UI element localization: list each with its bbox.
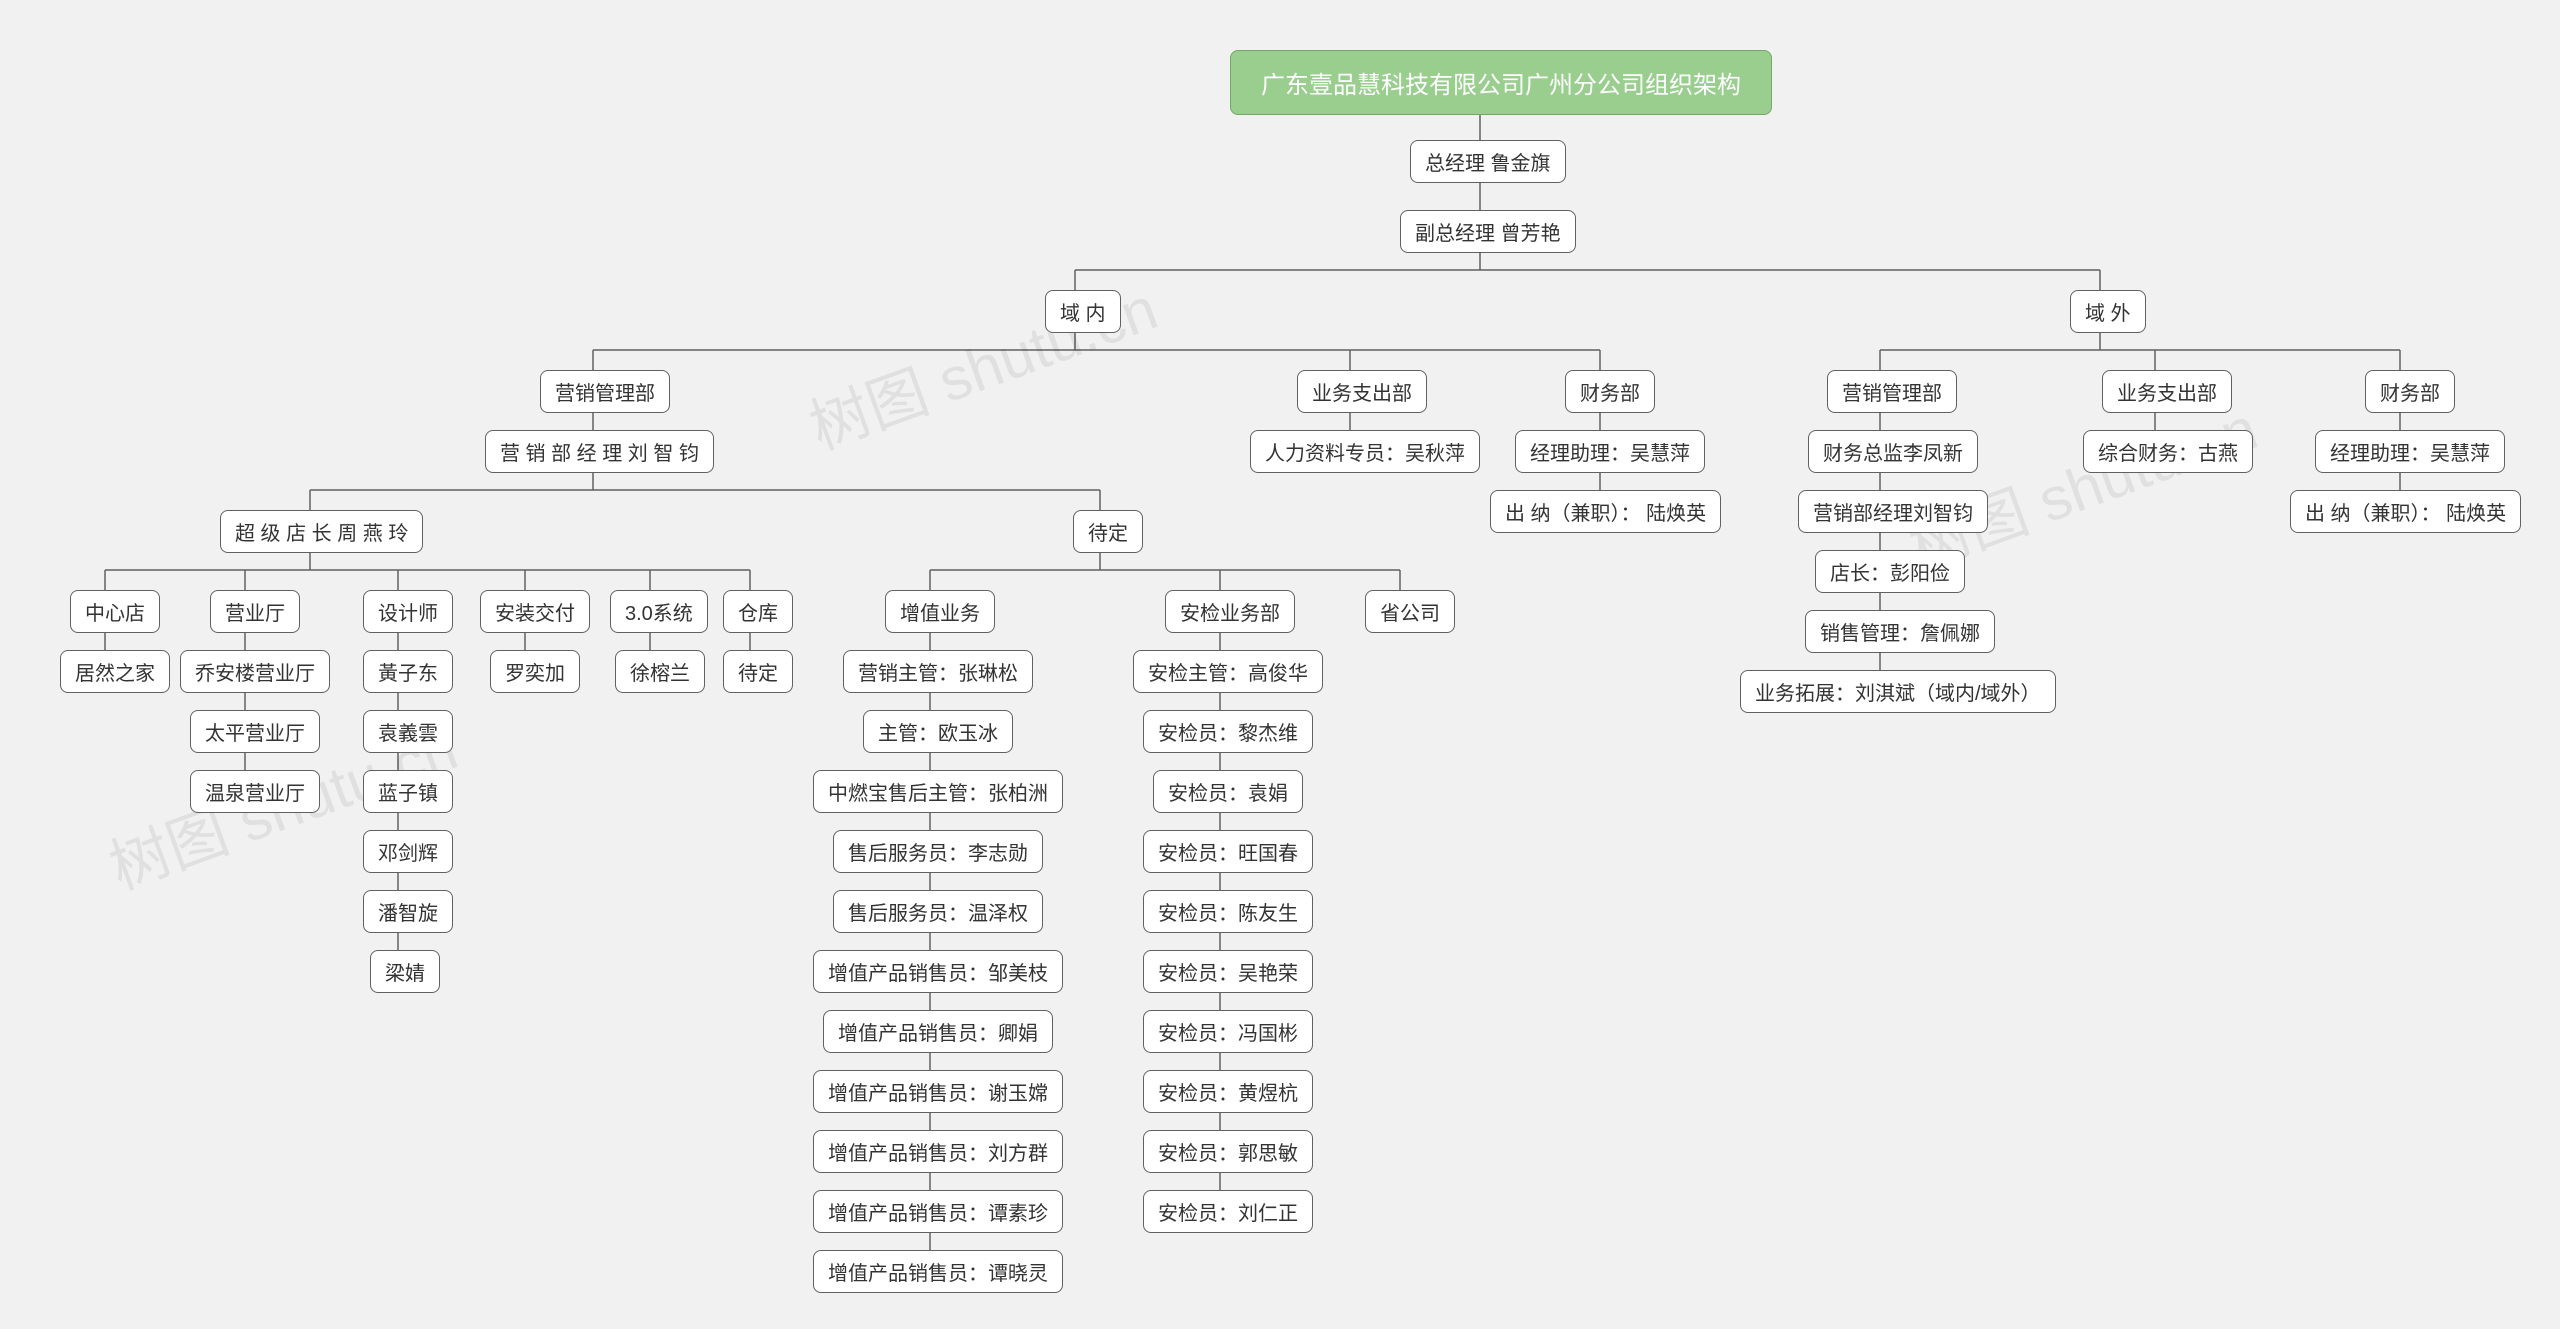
sys30-1-node[interactable]: 徐榕兰 <box>615 650 705 693</box>
prov-node[interactable]: 省公司 <box>1365 590 1455 633</box>
hall-1-node[interactable]: 乔安楼营业厅 <box>180 650 330 693</box>
yn-biz-hr-node[interactable]: 人力资料专员：吴秋萍 <box>1250 430 1480 473</box>
warehouse-node[interactable]: 仓库 <box>723 590 793 633</box>
gm-node[interactable]: 总经理 鲁金旗 <box>1410 140 1566 183</box>
yw-biz-fin-node[interactable]: 综合财务：古燕 <box>2083 430 2253 473</box>
hall-3-node[interactable]: 温泉营业厅 <box>190 770 320 813</box>
vas-8-node[interactable]: 增值产品销售员：谢玉嫦 <box>813 1070 1063 1113</box>
insp-10-node[interactable]: 安检员：刘仁正 <box>1143 1190 1313 1233</box>
hall-node[interactable]: 营业厅 <box>210 590 300 633</box>
vas-9-node[interactable]: 增值产品销售员：刘方群 <box>813 1130 1063 1173</box>
install-node[interactable]: 安装交付 <box>480 590 590 633</box>
supershop-node[interactable]: 超 级 店 长 周 燕 玲 <box>220 510 423 553</box>
insp-9-node[interactable]: 安检员：郭思敏 <box>1143 1130 1313 1173</box>
vas-7-node[interactable]: 增值产品销售员：卿娟 <box>823 1010 1053 1053</box>
des-5-node[interactable]: 潘智旋 <box>363 890 453 933</box>
yw-mkt-cfo-node[interactable]: 财务总监李凤新 <box>1808 430 1978 473</box>
vas-2-node[interactable]: 主管：欧玉冰 <box>863 710 1013 753</box>
yn-fin-node[interactable]: 财务部 <box>1565 370 1655 413</box>
center-1-node[interactable]: 居然之家 <box>60 650 170 693</box>
des-4-node[interactable]: 邓剑辉 <box>363 830 453 873</box>
des-6-node[interactable]: 梁婧 <box>370 950 440 993</box>
insp-2-node[interactable]: 安检员：黎杰维 <box>1143 710 1313 753</box>
insp-3-node[interactable]: 安检员：袁娟 <box>1153 770 1303 813</box>
insp-8-node[interactable]: 安检员：黄煜杭 <box>1143 1070 1313 1113</box>
vas-4-node[interactable]: 售后服务员：李志勋 <box>833 830 1043 873</box>
center-node[interactable]: 中心店 <box>70 590 160 633</box>
insp-6-node[interactable]: 安检员：吴艳荣 <box>1143 950 1313 993</box>
yw-mkt-bizdev-node[interactable]: 业务拓展：刘淇斌（域内/域外） <box>1740 670 2056 713</box>
des-2-node[interactable]: 袁義雲 <box>363 710 453 753</box>
insp-1-node[interactable]: 安检主管：高俊华 <box>1133 650 1323 693</box>
insp-7-node[interactable]: 安检员：冯国彬 <box>1143 1010 1313 1053</box>
insp-5-node[interactable]: 安检员：陈友生 <box>1143 890 1313 933</box>
yn-biz-node[interactable]: 业务支出部 <box>1297 370 1427 413</box>
yw-fin-asst-node[interactable]: 经理助理：吴慧萍 <box>2315 430 2505 473</box>
root-node[interactable]: 广东壹品慧科技有限公司广州分公司组织架构 <box>1230 50 1772 115</box>
warehouse-1-node[interactable]: 待定 <box>723 650 793 693</box>
insp-4-node[interactable]: 安检员：旺国春 <box>1143 830 1313 873</box>
yn-mkt-node[interactable]: 营销管理部 <box>540 370 670 413</box>
insp-node[interactable]: 安检业务部 <box>1165 590 1295 633</box>
vas-10-node[interactable]: 增值产品销售员：谭素珍 <box>813 1190 1063 1233</box>
install-1-node[interactable]: 罗奕加 <box>490 650 580 693</box>
des-1-node[interactable]: 黃子东 <box>363 650 453 693</box>
yw-mkt-node[interactable]: 营销管理部 <box>1827 370 1957 413</box>
pending-node[interactable]: 待定 <box>1073 510 1143 553</box>
yn-fin-cash-node[interactable]: 出 纳（兼职）： 陆焕英 <box>1490 490 1721 533</box>
yn-fin-asst-node[interactable]: 经理助理：吴慧萍 <box>1515 430 1705 473</box>
vas-5-node[interactable]: 售后服务员：温泽权 <box>833 890 1043 933</box>
designer-node[interactable]: 设计师 <box>363 590 453 633</box>
yuwai-node[interactable]: 域 外 <box>2070 290 2146 333</box>
vas-1-node[interactable]: 营销主管：张琳松 <box>843 650 1033 693</box>
vas-6-node[interactable]: 增值产品销售员：邹美枝 <box>813 950 1063 993</box>
yw-mkt-sales-node[interactable]: 销售管理：詹佩娜 <box>1805 610 1995 653</box>
des-3-node[interactable]: 蓝子镇 <box>363 770 453 813</box>
hall-2-node[interactable]: 太平营业厅 <box>190 710 320 753</box>
yw-mkt-mgr-node[interactable]: 营销部经理刘智钧 <box>1798 490 1988 533</box>
org-chart-canvas: 树图 shutu.cn 树图 shutu.cn 树图 shutu.cn 广东壹品… <box>0 0 2560 1329</box>
yn-mkt-mgr-node[interactable]: 营 销 部 经 理 刘 智 钧 <box>485 430 714 473</box>
yw-biz-node[interactable]: 业务支出部 <box>2102 370 2232 413</box>
vas-11-node[interactable]: 增值产品销售员：谭晓灵 <box>813 1250 1063 1293</box>
dgm-node[interactable]: 副总经理 曾芳艳 <box>1400 210 1576 253</box>
yunei-node[interactable]: 域 内 <box>1045 290 1121 333</box>
sys30-node[interactable]: 3.0系统 <box>610 590 708 633</box>
yw-mkt-shop-node[interactable]: 店长：彭阳俭 <box>1815 550 1965 593</box>
vas-3-node[interactable]: 中燃宝售后主管：张柏洲 <box>813 770 1063 813</box>
yw-fin-node[interactable]: 财务部 <box>2365 370 2455 413</box>
yw-fin-cash-node[interactable]: 出 纳（兼职）： 陆焕英 <box>2290 490 2521 533</box>
vas-node[interactable]: 增值业务 <box>885 590 995 633</box>
